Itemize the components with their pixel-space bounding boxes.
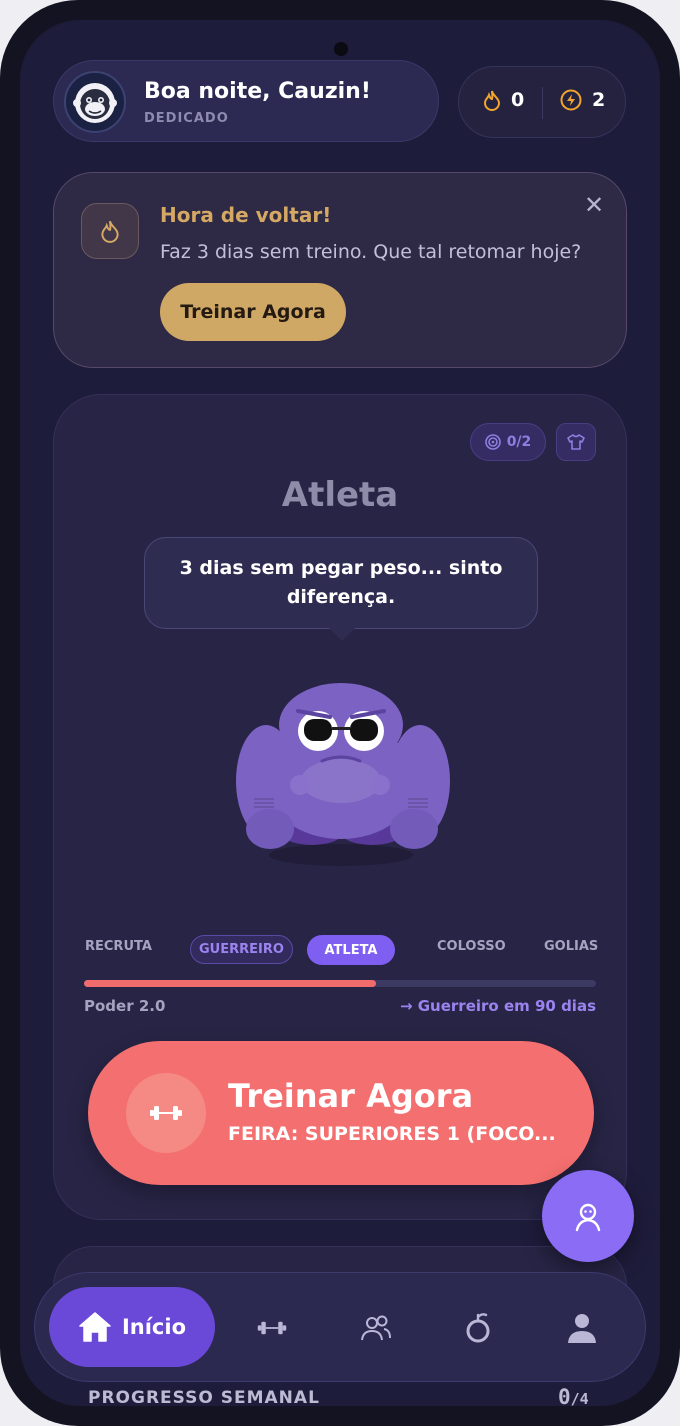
character-card: 0/2 Atleta 3 dias sem pegar peso... sint… bbox=[53, 394, 627, 1220]
dumbbell-icon bbox=[257, 1321, 287, 1335]
weekly-progress-label: PROGRESSO SEMANAL bbox=[88, 1388, 320, 1406]
streak-count: 0 bbox=[511, 89, 525, 111]
character-title: Atleta bbox=[281, 475, 399, 515]
stats-divider bbox=[542, 87, 543, 119]
profile-icon bbox=[568, 1314, 596, 1343]
nav-workouts[interactable] bbox=[247, 1303, 297, 1353]
home-icon bbox=[79, 1312, 111, 1342]
nav-community[interactable] bbox=[351, 1303, 401, 1353]
shirt-icon bbox=[567, 434, 585, 450]
goals-badge[interactable]: 0/2 bbox=[470, 423, 546, 461]
alert-message: Faz 3 dias sem treino. Que tal retomar h… bbox=[160, 241, 582, 263]
inactivity-alert: Hora de voltar! Faz 3 dias sem treino. Q… bbox=[53, 172, 627, 368]
train-icon-circle bbox=[126, 1073, 206, 1153]
avatar[interactable] bbox=[64, 71, 126, 133]
tier-track: RECRUTA GUERREIRO ATLETA COLOSSO GOLIAS bbox=[54, 935, 626, 969]
flame-icon bbox=[101, 220, 119, 243]
tier-recruta[interactable]: RECRUTA bbox=[85, 939, 152, 954]
alert-title: Hora de voltar! bbox=[160, 203, 332, 227]
profile-header[interactable]: Boa noite, Cauzin! DEDICADO bbox=[53, 60, 439, 142]
nav-home-label: Início bbox=[121, 1315, 187, 1339]
dumbbell-icon bbox=[150, 1106, 182, 1120]
tier-golias[interactable]: GOLIAS bbox=[544, 939, 598, 954]
tier-colosso[interactable]: COLOSSO bbox=[437, 939, 506, 954]
bottom-navigation: Início bbox=[34, 1272, 646, 1382]
goals-count: 0/2 bbox=[506, 434, 532, 450]
weekly-done: 0 bbox=[558, 1385, 571, 1406]
close-icon[interactable]: ✕ bbox=[584, 191, 604, 219]
nav-nutrition[interactable] bbox=[453, 1303, 503, 1353]
nutrition-icon bbox=[466, 1313, 490, 1343]
speech-bubble: 3 dias sem pegar peso... sinto diferença… bbox=[144, 537, 538, 629]
flame-icon bbox=[483, 90, 501, 111]
stats-pill[interactable]: 0 2 bbox=[458, 66, 626, 138]
alert-train-button[interactable]: Treinar Agora bbox=[160, 283, 346, 341]
coach-icon bbox=[575, 1203, 601, 1232]
tier-guerreiro[interactable]: GUERREIRO bbox=[190, 935, 293, 964]
outfit-button[interactable] bbox=[556, 423, 596, 461]
weekly-progress-count: 0/4 bbox=[558, 1385, 589, 1406]
weekly-total: /4 bbox=[570, 1390, 589, 1406]
tier-atleta[interactable]: ATLETA bbox=[307, 935, 395, 965]
app-screen: Boa noite, Cauzin! DEDICADO 0 2 Hora de … bbox=[20, 20, 660, 1406]
power-progress-bar bbox=[84, 980, 596, 987]
energy-count: 2 bbox=[592, 89, 606, 111]
greeting-text: Boa noite, Cauzin! bbox=[144, 79, 371, 104]
power-progress-fill bbox=[84, 980, 376, 987]
train-subtitle: FEIRA: SUPERIORES 1 (FOCO... bbox=[228, 1123, 556, 1145]
energy-stat[interactable]: 2 bbox=[560, 89, 605, 111]
lightning-icon bbox=[560, 89, 582, 111]
train-now-button[interactable]: Treinar Agora FEIRA: SUPERIORES 1 (FOCO.… bbox=[88, 1041, 594, 1185]
coach-fab-button[interactable] bbox=[542, 1170, 634, 1262]
camera-notch bbox=[334, 42, 348, 56]
gorilla-mascot[interactable] bbox=[224, 653, 454, 873]
train-title: Treinar Agora bbox=[228, 1077, 474, 1115]
target-icon bbox=[484, 434, 501, 450]
streak-stat[interactable]: 0 bbox=[483, 89, 524, 111]
phone-frame: Boa noite, Cauzin! DEDICADO 0 2 Hora de … bbox=[0, 0, 680, 1426]
nav-profile[interactable] bbox=[557, 1303, 607, 1353]
alert-icon-box bbox=[81, 203, 139, 259]
speech-text: 3 dias sem pegar peso... sinto diferença… bbox=[179, 557, 503, 608]
people-icon bbox=[361, 1315, 391, 1341]
nav-home[interactable]: Início bbox=[49, 1287, 215, 1367]
speech-bubble-tail bbox=[328, 627, 356, 641]
power-label: Poder 2.0 bbox=[84, 997, 166, 1015]
gorilla-avatar-icon bbox=[73, 83, 117, 123]
next-rank-label: → Guerreiro em 90 dias bbox=[399, 997, 596, 1015]
rank-label: DEDICADO bbox=[144, 111, 229, 126]
